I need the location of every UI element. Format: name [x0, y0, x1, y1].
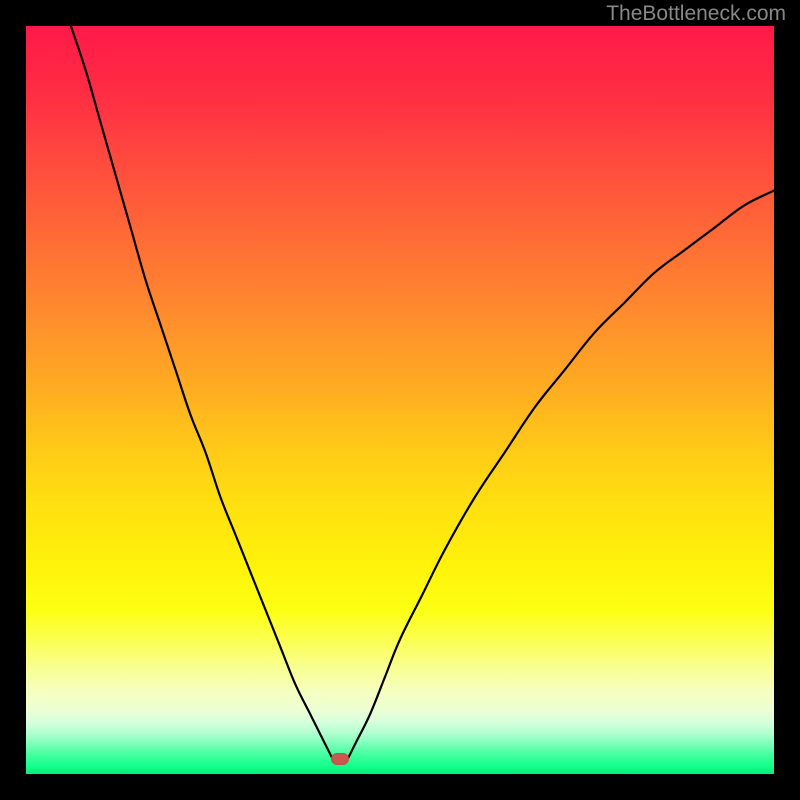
chart-plot-area	[26, 26, 774, 774]
chart-left-curve	[71, 26, 333, 759]
chart-marker	[331, 753, 349, 765]
watermark-text: TheBottleneck.com	[606, 2, 786, 26]
chart-right-curve	[348, 191, 774, 759]
chart-curve-svg	[26, 26, 774, 774]
